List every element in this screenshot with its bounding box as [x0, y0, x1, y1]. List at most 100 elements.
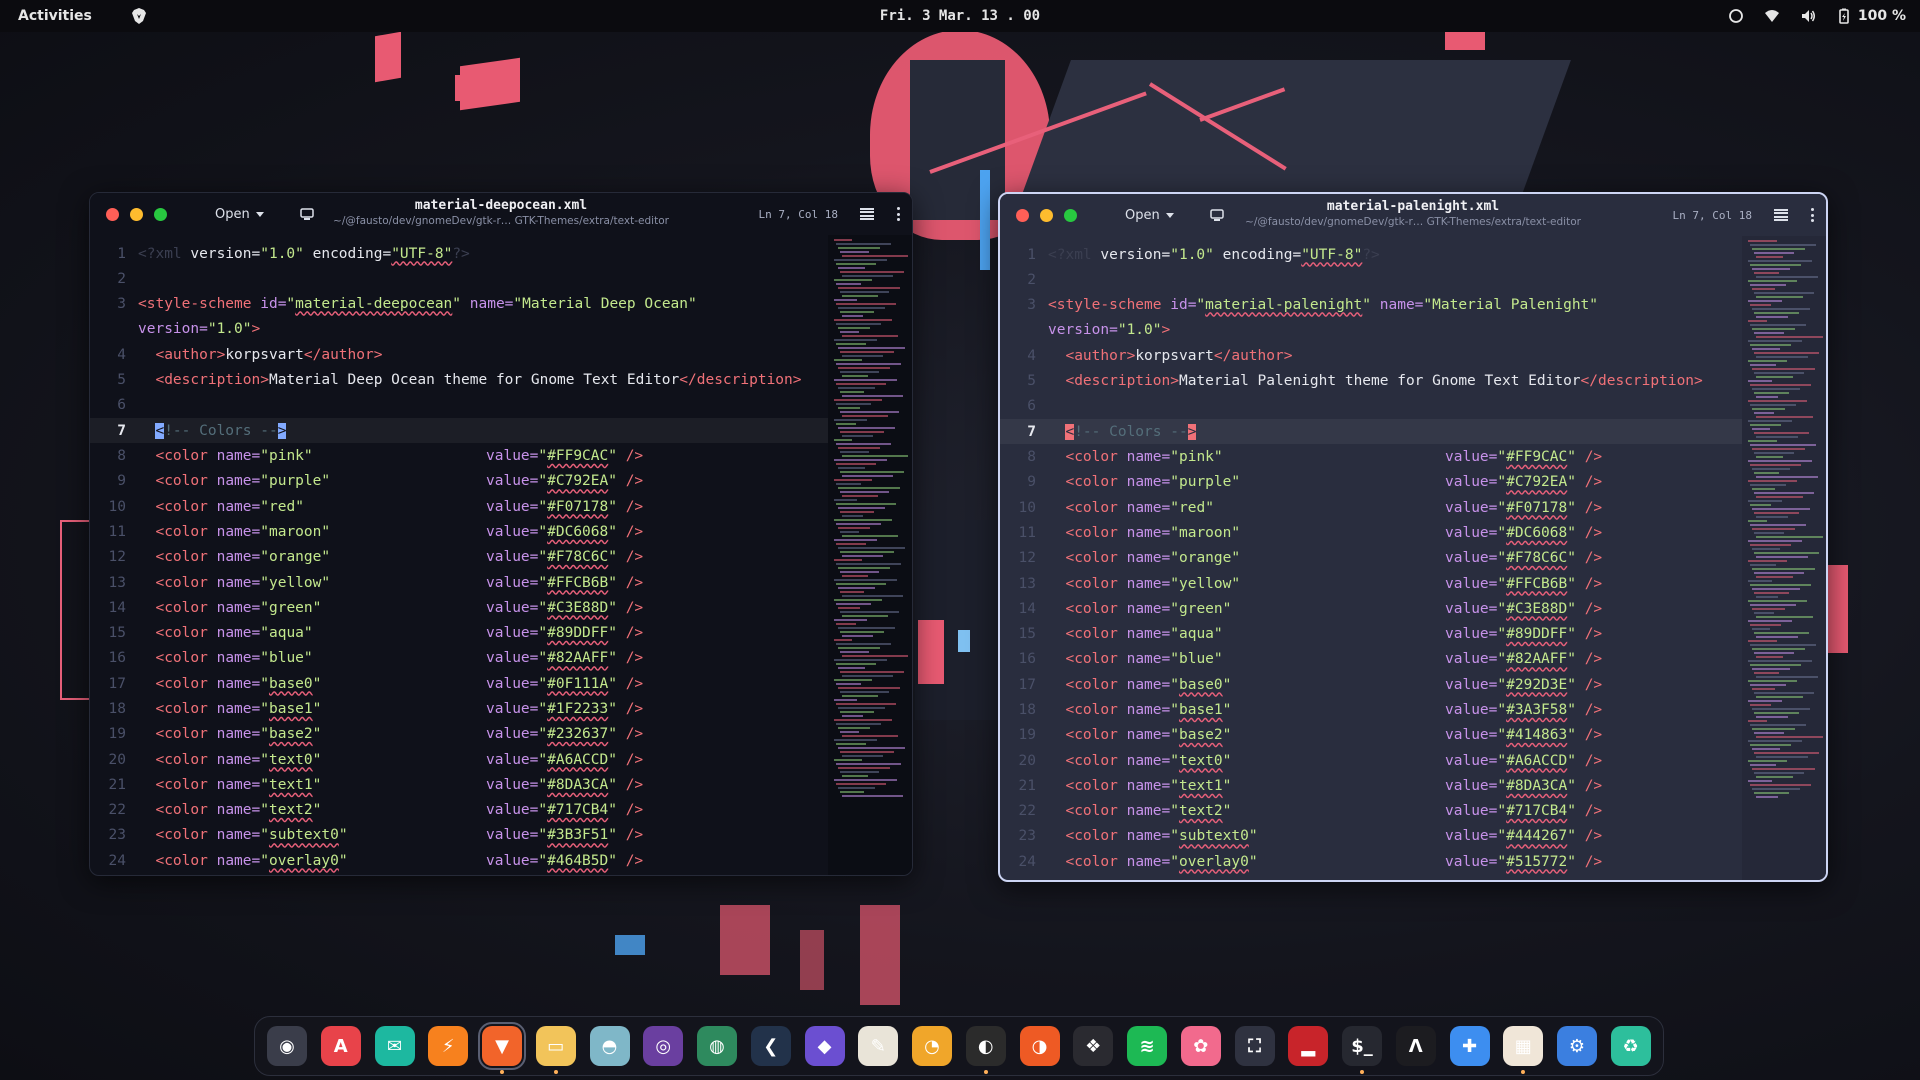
new-tab-icon[interactable] [1209, 208, 1224, 222]
dock-item[interactable]: ❖ [1071, 1024, 1115, 1068]
new-tab-icon[interactable] [299, 207, 314, 221]
code-line[interactable]: 21 <color name="text1" value="#8DA3CA" /> [1000, 773, 1742, 798]
code-line[interactable]: 14 <color name="green" value="#C3E88D" /> [1000, 596, 1742, 621]
code-line[interactable]: 20 <color name="text0" value="#A6ACCD" /> [1000, 748, 1742, 773]
code-line[interactable]: 8 <color name="pink" value="#FF9CAC" /> [90, 443, 828, 468]
maximize-button[interactable] [154, 207, 167, 221]
close-button[interactable] [1016, 208, 1029, 222]
hamburger-menu-icon[interactable] [860, 208, 874, 220]
code-line[interactable]: 1 <?xml version="1.0" encoding="UTF-8"?> [1000, 242, 1742, 267]
dock-item[interactable]: ✿ [1179, 1024, 1223, 1068]
code-line[interactable]: 10 <color name="red" value="#F07178" /> [90, 494, 828, 519]
close-button[interactable] [106, 207, 119, 221]
dock-item[interactable]: ✎ [856, 1024, 900, 1068]
minimize-button[interactable] [130, 207, 143, 221]
cursor-position[interactable]: Ln 7, Col 18 [1673, 209, 1752, 222]
dock-item[interactable]: ◆ [803, 1024, 847, 1068]
dock-item[interactable]: ▭ [534, 1024, 578, 1074]
circle-indicator-icon[interactable] [1728, 8, 1744, 24]
code-line[interactable]: 6 [1000, 394, 1742, 419]
hamburger-menu-icon[interactable] [1774, 209, 1788, 221]
brave-tray-icon[interactable] [130, 7, 148, 25]
volume-icon[interactable] [1800, 8, 1816, 24]
code-view[interactable]: 1 <?xml version="1.0" encoding="UTF-8"?> 2… [90, 241, 828, 875]
code-line[interactable]: 24 <color name="overlay0" value="#515772"… [1000, 849, 1742, 874]
maximize-button[interactable] [1064, 208, 1077, 222]
code-line[interactable]: 17 <color name="base0" value="#292D3E" /> [1000, 672, 1742, 697]
code-line[interactable]: 2 [1000, 267, 1742, 292]
code-line[interactable]: 3 <style-scheme id="material-deepocean" n… [90, 292, 828, 343]
dock-item[interactable]: ◓ [588, 1024, 632, 1068]
clock[interactable]: Fri. 3 Mar. 13 . 00 [880, 8, 1040, 24]
battery-indicator[interactable]: 100 % [1836, 8, 1906, 24]
dock-item[interactable]: ▂ [1286, 1024, 1330, 1068]
dock-item[interactable]: ◐ [964, 1024, 1008, 1074]
code-line[interactable]: 15 <color name="aqua" value="#89DDFF" /> [90, 620, 828, 645]
dock-item[interactable]: ⚙ [1555, 1024, 1599, 1068]
kebab-menu-icon[interactable] [1810, 208, 1814, 222]
code-line[interactable]: 5 <description>Material Deep Ocean theme… [90, 367, 828, 392]
dock-item[interactable]: ◉ [265, 1024, 309, 1068]
activities-button[interactable]: Activities [18, 8, 92, 24]
code-line[interactable]: 23 <color name="subtext0" value="#3B3F51"… [90, 823, 828, 848]
code-line[interactable]: 8 <color name="pink" value="#FF9CAC" /> [1000, 444, 1742, 469]
code-line[interactable]: 14 <color name="green" value="#C3E88D" /> [90, 595, 828, 620]
code-line[interactable]: 24 <color name="overlay0" value="#464B5D"… [90, 848, 828, 873]
code-line[interactable]: 16 <color name="blue" value="#82AAFF" /> [90, 646, 828, 671]
dock-item[interactable]: ⚡ [426, 1024, 470, 1068]
dock-item[interactable]: ◍ [695, 1024, 739, 1068]
cursor-position[interactable]: Ln 7, Col 18 [759, 208, 838, 221]
code-line[interactable]: 13 <color name="yellow" value="#FFCB6B" /… [1000, 571, 1742, 596]
code-line[interactable]: 19 <color name="base2" value="#232637" /> [90, 722, 828, 747]
code-line[interactable]: 1 <?xml version="1.0" encoding="UTF-8"?> [90, 241, 828, 266]
code-line[interactable]: 18 <color name="base1" value="#3A3F58" /> [1000, 697, 1742, 722]
code-line[interactable]: 22 <color name="text2" value="#717CB4" /> [1000, 799, 1742, 824]
dock-item[interactable]: ◎ [641, 1024, 685, 1068]
dock-item[interactable]: ❮ [749, 1024, 793, 1068]
code-line[interactable]: 20 <color name="text0" value="#A6ACCD" /> [90, 747, 828, 772]
minimap[interactable] [828, 235, 912, 875]
code-line[interactable]: 9 <color name="purple" value="#C792EA" /> [1000, 470, 1742, 495]
dock-item[interactable]: $_ [1340, 1024, 1384, 1074]
wifi-icon[interactable] [1764, 8, 1780, 24]
code-line[interactable]: 5 <description>Material Palenight theme … [1000, 368, 1742, 393]
header-bar[interactable]: Open material-deepocean.xml ~/@fausto/de… [90, 193, 912, 235]
code-line[interactable]: 11 <color name="maroon" value="#DC6068" /… [1000, 520, 1742, 545]
code-line[interactable]: 22 <color name="text2" value="#717CB4" /> [90, 798, 828, 823]
code-line[interactable]: 7 <!-- Colors --> [1000, 419, 1742, 445]
header-bar[interactable]: Open material-palenight.xml ~/@fausto/de… [1000, 194, 1826, 236]
open-button[interactable]: Open [207, 203, 272, 226]
kebab-menu-icon[interactable] [896, 207, 900, 221]
code-line[interactable]: 11 <color name="maroon" value="#DC6068" /… [90, 519, 828, 544]
code-line[interactable]: 10 <color name="red" value="#F07178" /> [1000, 495, 1742, 520]
code-line[interactable]: 9 <color name="purple" value="#C792EA" /> [90, 469, 828, 494]
code-line[interactable]: 7 <!-- Colors --> [90, 418, 828, 444]
code-line[interactable]: 4 <author>korpsvart</author> [1000, 343, 1742, 368]
open-button[interactable]: Open [1117, 204, 1182, 227]
dock-item[interactable]: ⛶ [1233, 1024, 1277, 1068]
dock-item[interactable]: ♻ [1609, 1024, 1653, 1068]
minimize-button[interactable] [1040, 208, 1053, 222]
dock-item[interactable]: A [319, 1024, 363, 1068]
code-line[interactable]: 13 <color name="yellow" value="#FFCB6B" /… [90, 570, 828, 595]
dock-item[interactable]: ≋ [1125, 1024, 1169, 1068]
code-line[interactable]: 16 <color name="blue" value="#82AAFF" /> [1000, 647, 1742, 672]
code-view[interactable]: 1 <?xml version="1.0" encoding="UTF-8"?> 2… [1000, 242, 1742, 880]
code-line[interactable]: 19 <color name="base2" value="#414863" /> [1000, 723, 1742, 748]
code-line[interactable]: 3 <style-scheme id="material-palenight" n… [1000, 293, 1742, 344]
editor-window-palenight[interactable]: Open material-palenight.xml ~/@fausto/de… [998, 192, 1828, 882]
dock-item[interactable]: ✉ [373, 1024, 417, 1068]
system-tray[interactable]: 100 % [1728, 8, 1906, 24]
dock-item[interactable]: ✚ [1448, 1024, 1492, 1068]
dock-item[interactable]: ▼ [478, 1022, 526, 1074]
dock-item[interactable]: ◑ [1018, 1024, 1062, 1068]
code-line[interactable]: 23 <color name="subtext0" value="#444267"… [1000, 824, 1742, 849]
code-line[interactable]: 17 <color name="base0" value="#0F111A" /> [90, 671, 828, 696]
minimap[interactable] [1742, 236, 1826, 880]
code-line[interactable]: 12 <color name="orange" value="#F78C6C" /… [1000, 546, 1742, 571]
dock-item[interactable]: Λ [1394, 1024, 1438, 1068]
editor-window-deepocean[interactable]: Open material-deepocean.xml ~/@fausto/de… [89, 192, 913, 876]
dock-item[interactable]: ▦ [1501, 1024, 1545, 1074]
code-line[interactable]: 4 <author>korpsvart</author> [90, 342, 828, 367]
code-line[interactable]: 2 [90, 266, 828, 291]
